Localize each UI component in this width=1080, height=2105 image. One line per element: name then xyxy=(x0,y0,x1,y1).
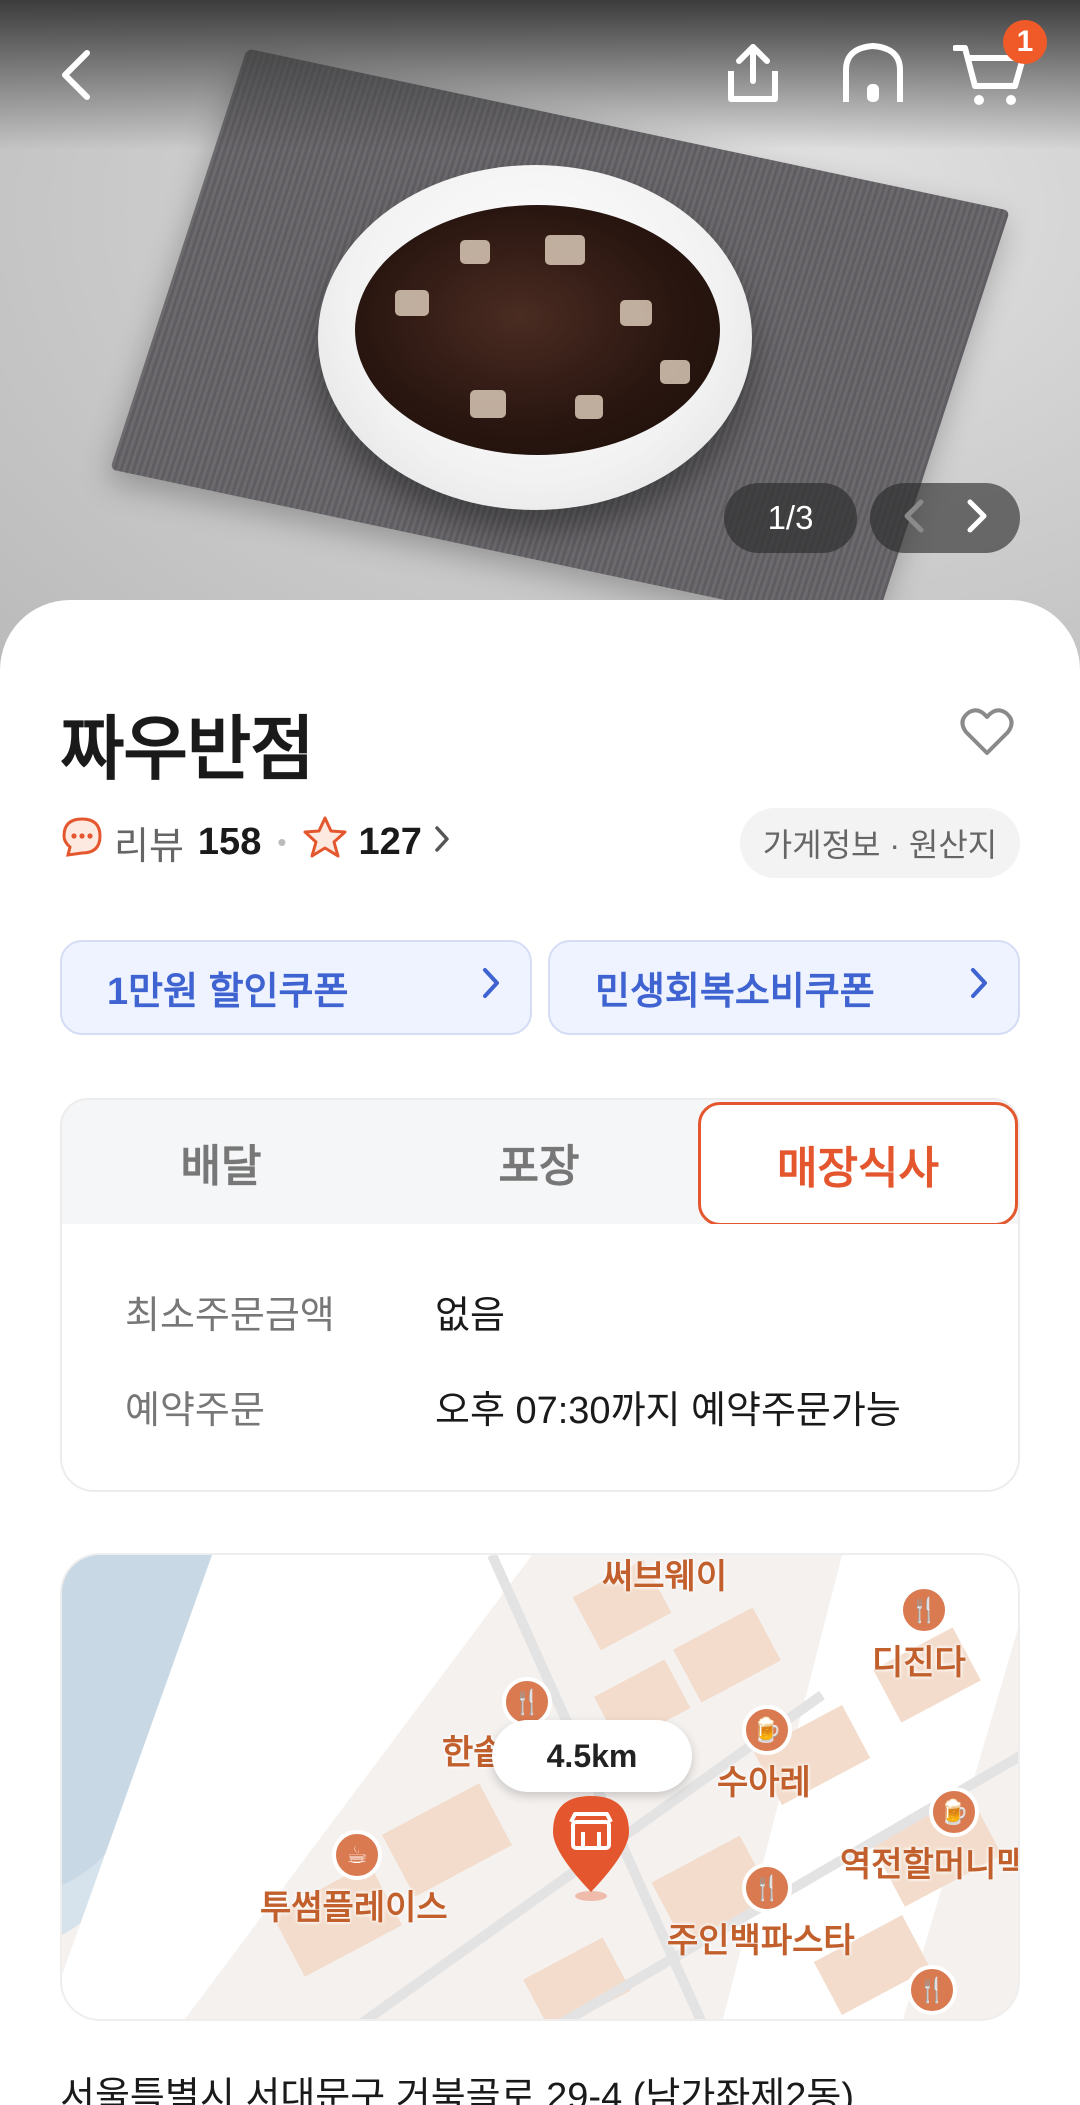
review-link[interactable]: 리뷰 158 xyxy=(60,815,261,870)
store-info-button[interactable]: 가게정보 · 원산지 xyxy=(740,808,1020,878)
order-details-panel: 최소주문금액 없음 예약주문 오후 07:30까지 예약주문가능 xyxy=(60,1224,1020,1492)
detail-value: 오후 07:30까지 예약주문가능 xyxy=(435,1390,901,1432)
coupon-discount-button[interactable]: 1만원 할인쿠폰 xyxy=(60,940,532,1035)
hero-image[interactable] xyxy=(0,0,1080,700)
home-button[interactable] xyxy=(838,38,908,108)
heart-icon xyxy=(960,708,1014,761)
speech-bubble-icon xyxy=(60,815,104,869)
detail-key: 예약주문 xyxy=(125,1390,265,1432)
distance-badge: 4.5km xyxy=(492,1720,692,1792)
rating-link[interactable]: 127 xyxy=(302,815,451,869)
back-button[interactable] xyxy=(45,40,105,110)
tab-delivery[interactable]: 배달 xyxy=(62,1100,380,1224)
chevron-right-icon xyxy=(964,499,990,538)
detail-value: 없음 xyxy=(435,1295,505,1337)
tab-dine-in[interactable]: 매장식사 xyxy=(698,1102,1018,1226)
review-label: 리뷰 xyxy=(114,825,184,868)
cart-badge: 1 xyxy=(1003,20,1047,64)
star-icon xyxy=(302,815,348,869)
detail-row: 최소주문금액 없음 xyxy=(125,1284,505,1339)
hero-shade xyxy=(0,0,1080,150)
restaurant-poi-icon: 🍴 xyxy=(742,1863,792,1913)
map-label: 투썸플레이스 xyxy=(260,1889,448,1927)
favorite-button[interactable] xyxy=(960,707,1014,762)
map-label: 주인백파스타 xyxy=(667,1922,855,1960)
back-arrow-icon xyxy=(55,47,95,103)
share-button[interactable] xyxy=(720,38,786,108)
cafe-poi-icon: ☕ xyxy=(332,1830,382,1880)
detail-key: 최소주문금액 xyxy=(125,1295,335,1337)
store-address: 서울특별시 서대문구 거북골로 29-4 (남가좌제2동) xyxy=(60,2076,855,2105)
chevron-left-icon xyxy=(901,499,927,538)
map-label: 수아레 xyxy=(717,1764,811,1802)
chevron-right-icon xyxy=(480,966,502,1010)
store-map[interactable]: 써브웨이 🍴 디진다 🍴 한솥 🍺 수아레 🍺 역전할머니맥 ☕ 투썸플레이스 … xyxy=(60,1553,1020,2021)
food-chunk xyxy=(620,300,652,326)
store-name: 짜우반점 xyxy=(60,710,315,788)
food-chunk xyxy=(470,390,506,418)
coupon-consumption-button[interactable]: 민생회복소비쿠폰 xyxy=(548,940,1020,1035)
map-label: 역전할머니맥 xyxy=(840,1846,1020,1884)
beer-poi-icon: 🍺 xyxy=(929,1787,979,1837)
food-chunk xyxy=(545,235,585,265)
beer-poi-icon: 🍺 xyxy=(742,1705,792,1755)
review-count: 158 xyxy=(197,820,262,863)
coupon-label: 1만원 할인쿠폰 xyxy=(107,971,349,1013)
food-chunk xyxy=(460,240,490,264)
food-chunk xyxy=(660,360,690,384)
gallery-nav xyxy=(870,483,1020,553)
restaurant-poi-icon: 🍴 xyxy=(899,1585,949,1635)
coupon-label: 민생회복소비쿠폰 xyxy=(595,971,875,1013)
store-pin-icon xyxy=(549,1792,633,1907)
rating-count: 127 xyxy=(358,820,422,863)
restaurant-poi-icon: 🍴 xyxy=(907,1965,957,2015)
store-stats: 리뷰 158 • 127 xyxy=(60,815,452,870)
share-icon xyxy=(723,41,783,105)
tab-takeout[interactable]: 포장 xyxy=(380,1100,698,1224)
detail-row: 예약주문 오후 07:30까지 예약주문가능 xyxy=(125,1379,901,1434)
chevron-right-icon xyxy=(432,821,452,864)
home-icon xyxy=(840,40,906,106)
food-chunk xyxy=(395,290,429,316)
map-label: 써브웨이 xyxy=(602,1558,728,1596)
map-label: 디진다 xyxy=(872,1644,966,1682)
gallery-next-button[interactable] xyxy=(964,498,990,539)
order-type-tabs: 배달 포장 매장식사 xyxy=(60,1098,1020,1226)
food-chunk xyxy=(575,395,603,419)
separator-dot: • xyxy=(277,826,287,857)
gallery-prev-button[interactable] xyxy=(901,498,927,539)
jajangmyeon-image xyxy=(355,205,720,455)
gallery-page-indicator: 1/3 xyxy=(724,483,857,553)
chevron-right-icon xyxy=(968,966,990,1010)
